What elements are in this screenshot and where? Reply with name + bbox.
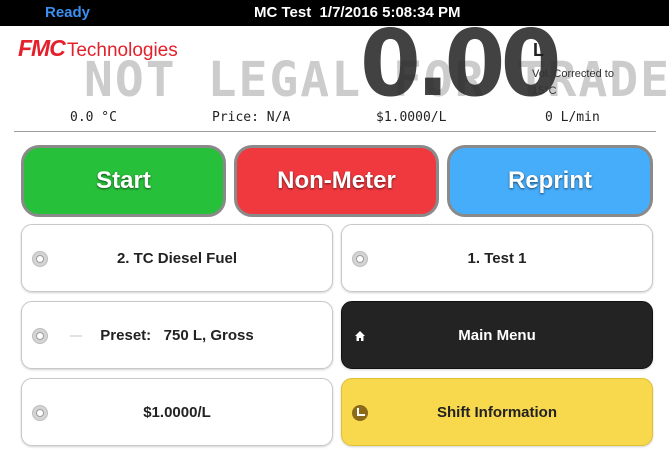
meter-label: 1. Test 1 [467, 249, 527, 267]
home-icon [352, 328, 368, 344]
product-tile[interactable]: 2. TC Diesel Fuel [21, 224, 333, 292]
non-meter-button[interactable]: Non-Meter [234, 145, 439, 217]
gear-icon [32, 251, 48, 267]
meter-tile[interactable]: 1. Test 1 [341, 224, 653, 292]
main-menu-button[interactable]: Main Menu [341, 301, 653, 369]
status-bar: Ready MC Test 1/7/2016 5:08:34 PM [0, 0, 669, 26]
dash-icon [70, 335, 82, 337]
gear-icon [352, 251, 368, 267]
logo-mark: FMC [18, 35, 66, 61]
unit-price-tile[interactable]: $1.0000/L [21, 378, 333, 446]
flow-readout: 0 L/min [545, 110, 600, 125]
clock-icon [352, 405, 368, 421]
main-menu-label: Main Menu [458, 326, 536, 344]
preset-label: Preset: 750 L, Gross [100, 326, 254, 344]
unit-price-label: $1.0000/L [143, 403, 211, 421]
reprint-button[interactable]: Reprint [447, 145, 653, 217]
gear-icon [32, 328, 48, 344]
preset-tile[interactable]: Preset: 750 L, Gross [21, 301, 333, 369]
price-readout: Price: N/A [212, 110, 291, 125]
gear-icon [32, 405, 48, 421]
rate-readout: $1.0000/L [376, 110, 447, 125]
product-label: 2. TC Diesel Fuel [116, 249, 238, 267]
volume-display: 0.00 [360, 10, 561, 117]
shift-information-label: Shift Information [437, 403, 557, 421]
shift-information-button[interactable]: Shift Information [341, 378, 653, 446]
volume-unit: L [533, 40, 544, 60]
volume-correction-note: Vol. Corrected to 15°C [532, 68, 614, 97]
start-button[interactable]: Start [21, 145, 226, 217]
header-divider [14, 131, 656, 132]
status-ready: Ready [45, 4, 91, 21]
temperature-readout: 0.0 °C [70, 110, 117, 125]
